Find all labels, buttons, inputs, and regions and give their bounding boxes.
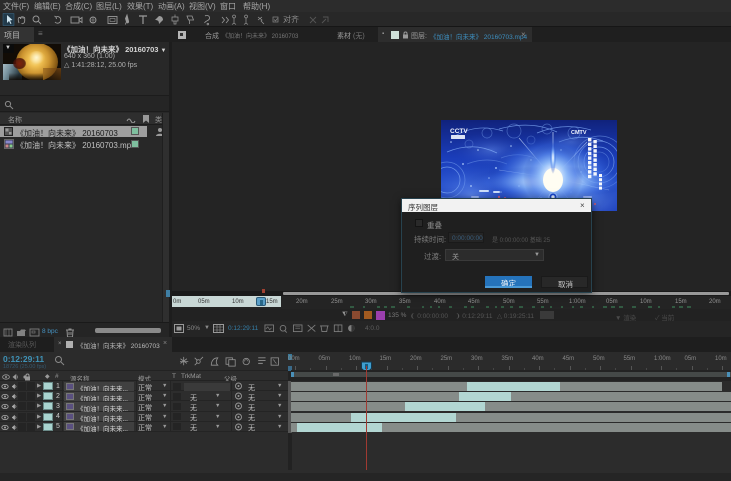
- svg-text:CCTV: CCTV: [450, 128, 468, 135]
- svg-text:CMTV: CMTV: [571, 130, 587, 136]
